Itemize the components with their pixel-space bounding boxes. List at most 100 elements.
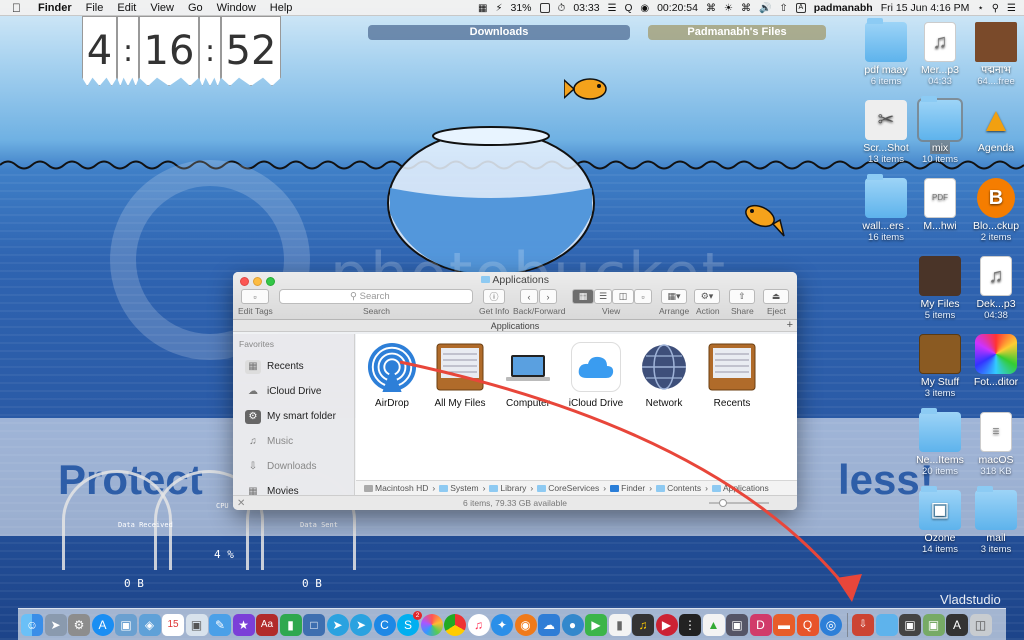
path-crumb[interactable]: Contents (656, 483, 701, 493)
icon-size-slider[interactable] (709, 499, 769, 507)
photo-icon[interactable]: ▣ (726, 613, 748, 636)
menu-edit[interactable]: Edit (110, 2, 143, 14)
folder-icon[interactable] (875, 613, 898, 636)
finder-icon[interactable]: ☺ (21, 613, 43, 636)
star-icon[interactable]: ★ (232, 613, 255, 636)
gallery-view-button[interactable]: ▫ (634, 289, 652, 304)
menu-file[interactable]: File (79, 2, 111, 14)
e-icon[interactable]: ▬ (773, 613, 795, 636)
desktop-icon-foto-editor[interactable]: Fot...ditor (966, 334, 1024, 388)
firefox-icon[interactable]: ◉ (514, 613, 537, 636)
q-icon[interactable]: Q (625, 3, 633, 14)
safari-icon[interactable]: ✦ (491, 613, 513, 636)
desktop-icon-pdf[interactable]: PDF M...hwi (910, 178, 970, 232)
battery-percent[interactable]: 31% (511, 2, 532, 14)
onedrive-icon[interactable]: ☁ (538, 613, 560, 636)
menu-datetime[interactable]: Fri 15 Jun 4:16 PM (881, 2, 970, 14)
downloads-stack-label[interactable]: Downloads (368, 25, 630, 40)
menu-view[interactable]: View (143, 2, 181, 14)
airdrop-icon[interactable]: ◎ (820, 613, 842, 636)
command-icon[interactable]: ⌘ (706, 3, 716, 14)
dots-icon[interactable]: ⋮ (679, 613, 701, 636)
desktop-icon-mer-mp3[interactable]: ♫ Mer...p3 04:33 (910, 22, 970, 88)
drive-icon[interactable]: ▲ (702, 613, 725, 636)
telegram-icon[interactable]: ➤ (326, 613, 349, 636)
appstack-icon[interactable]: A (946, 613, 968, 636)
telegram2-icon[interactable]: ➤ (350, 613, 372, 636)
chrome-icon[interactable] (444, 613, 466, 636)
calendar-icon[interactable]: 15 (162, 613, 184, 636)
item-recents[interactable]: Recents (698, 342, 766, 409)
column-view-button[interactable]: ◫ (612, 289, 634, 304)
edit-tags-button[interactable]: ▫ (241, 289, 269, 304)
timer-icon[interactable]: ⏱ (558, 3, 566, 14)
sun-icon[interactable]: ☀ (724, 3, 733, 14)
close-sidebar-icon[interactable]: ✕ (237, 497, 245, 510)
desktop-icon-mix[interactable]: mix 10 items (910, 96, 970, 166)
launchpad-icon[interactable]: ➤ (44, 613, 67, 636)
numbers-icon[interactable]: ▮ (279, 613, 302, 636)
share-button[interactable]: ⇧ (729, 289, 755, 304)
trash-icon[interactable]: ◫ (969, 613, 992, 636)
stack-icon[interactable]: ▦ (478, 3, 487, 14)
desktop-icon-screenshot[interactable]: ✂ Scr...Shot 13 items (856, 100, 916, 166)
menu-window[interactable]: Window (210, 2, 263, 14)
book-icon[interactable]: ▮ (608, 613, 631, 636)
photos2-icon[interactable] (420, 613, 443, 636)
menu-app-name[interactable]: Finder (31, 2, 79, 14)
item-network[interactable]: Network (630, 342, 698, 409)
keyboard-icon[interactable]: A (795, 3, 806, 13)
network-icon[interactable]: ◈ (138, 613, 161, 636)
apple-menu-icon[interactable]:  (0, 1, 31, 15)
item-icloud-drive[interactable]: iCloud Drive (562, 342, 630, 409)
stopwatch-text[interactable]: 00:20:54 (657, 2, 698, 14)
photos-icon[interactable]: ▣ (185, 613, 208, 636)
preview-icon[interactable]: ▣ (115, 613, 137, 636)
music-icon[interactable]: ♫ (467, 613, 490, 636)
upload-icon[interactable]: ⇧ (779, 3, 787, 14)
note-icon[interactable]: ☰ (608, 3, 617, 14)
desktop-icon-dek-mp3[interactable]: ♫ Dek...p3 04:38 (966, 256, 1024, 322)
q-icon[interactable]: Q (796, 613, 819, 636)
messages-icon[interactable]: ● (561, 613, 584, 636)
back-button[interactable]: ‹ (520, 289, 538, 304)
desktop-icon-ozone[interactable]: ▣ Ozone 14 items (910, 486, 970, 556)
desktop-icon-wallpapers[interactable]: wall...ers . 16 items (856, 174, 916, 244)
user-name[interactable]: padmanabh (814, 2, 873, 14)
bluetooth-icon[interactable]: ⋆ (977, 3, 983, 14)
d-icon[interactable]: D (749, 613, 772, 636)
sidebar-item-icloud-drive[interactable]: ☁ iCloud Drive (233, 379, 354, 404)
slider-knob[interactable] (719, 499, 727, 507)
path-crumb[interactable]: System (439, 483, 479, 493)
desktop-icon-macos[interactable]: ☰ macOS 318 KB (966, 412, 1024, 478)
screen-icon[interactable]: □ (303, 613, 325, 636)
wifi-icon[interactable]: ⌘ (741, 3, 751, 14)
path-crumb[interactable]: Macintosh HD (364, 483, 428, 493)
tab-applications[interactable]: Applications (491, 321, 540, 331)
action-button[interactable]: ⚙▾ (694, 289, 720, 304)
desktop-icon-new-items[interactable]: Ne...Items 20 items (910, 408, 970, 478)
video-icon[interactable]: ▶ (655, 613, 678, 636)
bolt-icon[interactable]: ⚡ (495, 3, 502, 14)
guitar-icon[interactable]: ♫ (632, 613, 654, 636)
sidebar-item-music[interactable]: ♫ Music (233, 429, 354, 454)
path-crumb[interactable]: Library (489, 483, 526, 493)
eject-button[interactable]: ⏏ (763, 289, 789, 304)
facetime-icon[interactable]: ▶ (585, 613, 607, 636)
sidebar-item-recents[interactable]: ▦ Recents (233, 354, 354, 379)
skype-icon[interactable]: S2 (397, 610, 422, 636)
arrange-button[interactable]: ▦▾ (661, 289, 687, 304)
desktop-icon-agenda[interactable]: ▲ Agenda (966, 100, 1024, 154)
settings-icon[interactable]: ⚙ (68, 613, 90, 636)
get-info-button[interactable]: ⓘ (483, 289, 505, 304)
path-crumb[interactable]: Applications (711, 483, 769, 493)
item-airdrop[interactable]: AirDrop (358, 342, 426, 409)
icon-view-button[interactable]: ▦ (572, 289, 594, 304)
sidebar-item-smart-folder[interactable]: ⚙ My smart folder (233, 404, 354, 429)
battery-icon[interactable] (539, 3, 550, 13)
pages-icon[interactable]: ✎ (209, 613, 231, 636)
spotlight-icon[interactable]: ⚲ (992, 3, 999, 14)
volume-icon[interactable]: 🔊 (759, 3, 771, 14)
add-tab-icon[interactable]: + (787, 320, 793, 331)
desktop-icon-my-files[interactable]: My Files 5 items (910, 256, 970, 322)
